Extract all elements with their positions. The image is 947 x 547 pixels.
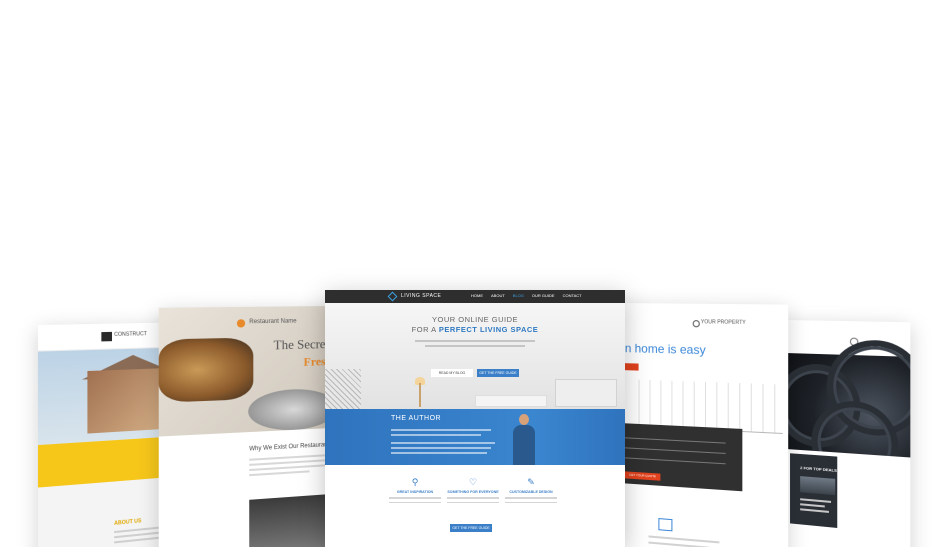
diamond-logo-icon xyxy=(387,291,398,302)
bowl-image xyxy=(248,387,331,433)
restaurant-logo-icon xyxy=(236,319,246,328)
nav-item-about[interactable]: ABOUT xyxy=(491,293,505,298)
form-field[interactable] xyxy=(624,437,726,444)
sofa-shape xyxy=(475,395,547,407)
logo-text: YOUR PROPERTY xyxy=(700,319,746,327)
text-line xyxy=(391,429,491,431)
feature-item: ⚲ GREAT INSPIRATION xyxy=(385,477,445,503)
text-line xyxy=(391,434,481,436)
author-body xyxy=(513,425,535,465)
hero-title-prefix: FOR A xyxy=(411,325,437,334)
author-heading: THE AUTHOR xyxy=(391,415,442,422)
text-line xyxy=(447,497,499,499)
quote-button[interactable]: GET YOUR QUOTE xyxy=(624,471,661,481)
tires-template-card[interactable]: 2 FOR TOP DEALS xyxy=(786,320,911,547)
nav-item-contact[interactable]: CONTACT xyxy=(563,293,582,298)
pencil-icon: ✎ xyxy=(527,477,535,487)
text-line xyxy=(249,470,310,477)
logo-text: Restaurant Name xyxy=(249,318,297,326)
author-head xyxy=(519,414,529,425)
feature-item: ♡ SOMETHING FOR EVERYONE xyxy=(443,477,503,503)
deals-section: 2 FOR TOP DEALS xyxy=(786,449,911,547)
hero-headline: n home is easy xyxy=(624,341,706,358)
logo-text: LIVING SPACE xyxy=(401,293,442,299)
text-line xyxy=(389,501,441,503)
nav-item-blog[interactable]: BLOG xyxy=(513,293,524,298)
text-line xyxy=(648,541,710,547)
home-template-card[interactable]: YOUR PROPERTY n home is easy GET YOUR QU… xyxy=(619,303,789,547)
hero-title: The Secret to xyxy=(273,336,331,353)
interior-photo xyxy=(249,493,331,547)
nav-links: HOME ABOUT BLOG OUR GUIDE CONTACT xyxy=(471,293,582,298)
restaurant-template-card[interactable]: Restaurant Name The Secret to Fresh Why … xyxy=(158,306,331,547)
about-heading: ABOUT US xyxy=(114,518,142,527)
deals-box[interactable]: 2 FOR TOP DEALS xyxy=(790,453,838,528)
read-blog-button[interactable]: READ MY BLOG xyxy=(431,369,473,377)
text-line xyxy=(447,501,499,503)
form-field[interactable] xyxy=(624,457,726,465)
feature-item: ✎ CUSTOMIZABLE DESIGN xyxy=(501,477,561,503)
laptop-icon xyxy=(658,518,673,532)
lamp-stand xyxy=(419,383,421,407)
author-section: THE AUTHOR xyxy=(325,409,625,465)
plant-sketch xyxy=(325,369,361,409)
top-nav: LIVING SPACE HOME ABOUT BLOG OUR GUIDE C… xyxy=(325,290,625,303)
text-line xyxy=(391,447,491,449)
content-section: Why We Exist Our Restaurant xyxy=(158,428,331,547)
get-free-guide-button[interactable]: GET THE FREE GUIDE xyxy=(450,524,492,532)
hero-subtext-line xyxy=(425,345,525,347)
deals-title: 2 FOR TOP DEALS xyxy=(800,465,837,473)
text-line xyxy=(389,497,441,499)
car-image xyxy=(800,476,836,496)
logo-text: CONSTRUCT xyxy=(114,331,147,339)
heart-icon: ♡ xyxy=(468,477,478,487)
website-templates-showcase: CONSTRUCT ABOUT US Restaurant Name The S… xyxy=(0,0,947,547)
hero-title-line2: FOR A PERFECT LIVING SPACE xyxy=(325,325,625,334)
nav-item-our-guide[interactable]: OUR GUIDE xyxy=(532,293,555,298)
text-line xyxy=(800,508,829,513)
lightbulb-icon: ⚲ xyxy=(411,477,419,487)
living-room-image xyxy=(325,369,625,409)
text-line xyxy=(391,452,487,454)
form-field[interactable] xyxy=(624,447,726,454)
hero-subtext-line xyxy=(415,340,535,342)
bread-basket-image xyxy=(158,337,254,403)
author-photo xyxy=(510,411,538,465)
hero-title-line1: YOUR ONLINE GUIDE xyxy=(431,315,518,324)
feature-title: GREAT INSPIRATION xyxy=(396,490,434,494)
hero-section: YOUR ONLINE GUIDE FOR A PERFECT LIVING S… xyxy=(325,303,625,409)
living-space-template-card[interactable]: LIVING SPACE HOME ABOUT BLOG OUR GUIDE C… xyxy=(325,290,625,547)
text-line xyxy=(391,442,495,444)
quote-form: GET YOUR QUOTE xyxy=(619,423,743,492)
free-guide-button[interactable]: GET THE FREE GUIDE xyxy=(477,369,519,377)
hero-image: Restaurant Name The Secret to Fresh xyxy=(158,306,331,437)
hero-button[interactable] xyxy=(624,363,639,371)
logo-icon xyxy=(692,320,700,328)
construction-logo-icon xyxy=(101,331,113,342)
feature-title: CUSTOMIZABLE DESIGN xyxy=(509,490,553,494)
text-line xyxy=(800,498,832,503)
nav-item-home[interactable]: HOME xyxy=(471,293,483,298)
tires-hero-image xyxy=(786,339,911,490)
section-heading: Why We Exist Our Restaurant xyxy=(249,442,329,453)
template-header: YOUR PROPERTY xyxy=(619,303,789,345)
text-line xyxy=(800,503,825,507)
text-line xyxy=(505,497,557,499)
hero-title-emphasis: PERFECT LIVING SPACE xyxy=(438,325,539,334)
feature-title: SOMETHING FOR EVERYONE xyxy=(447,490,499,494)
kitchen-cabinet xyxy=(555,379,617,407)
text-line xyxy=(505,501,557,503)
features-section: ⚲ GREAT INSPIRATION ♡ SOMETHING FOR EVER… xyxy=(325,465,625,547)
